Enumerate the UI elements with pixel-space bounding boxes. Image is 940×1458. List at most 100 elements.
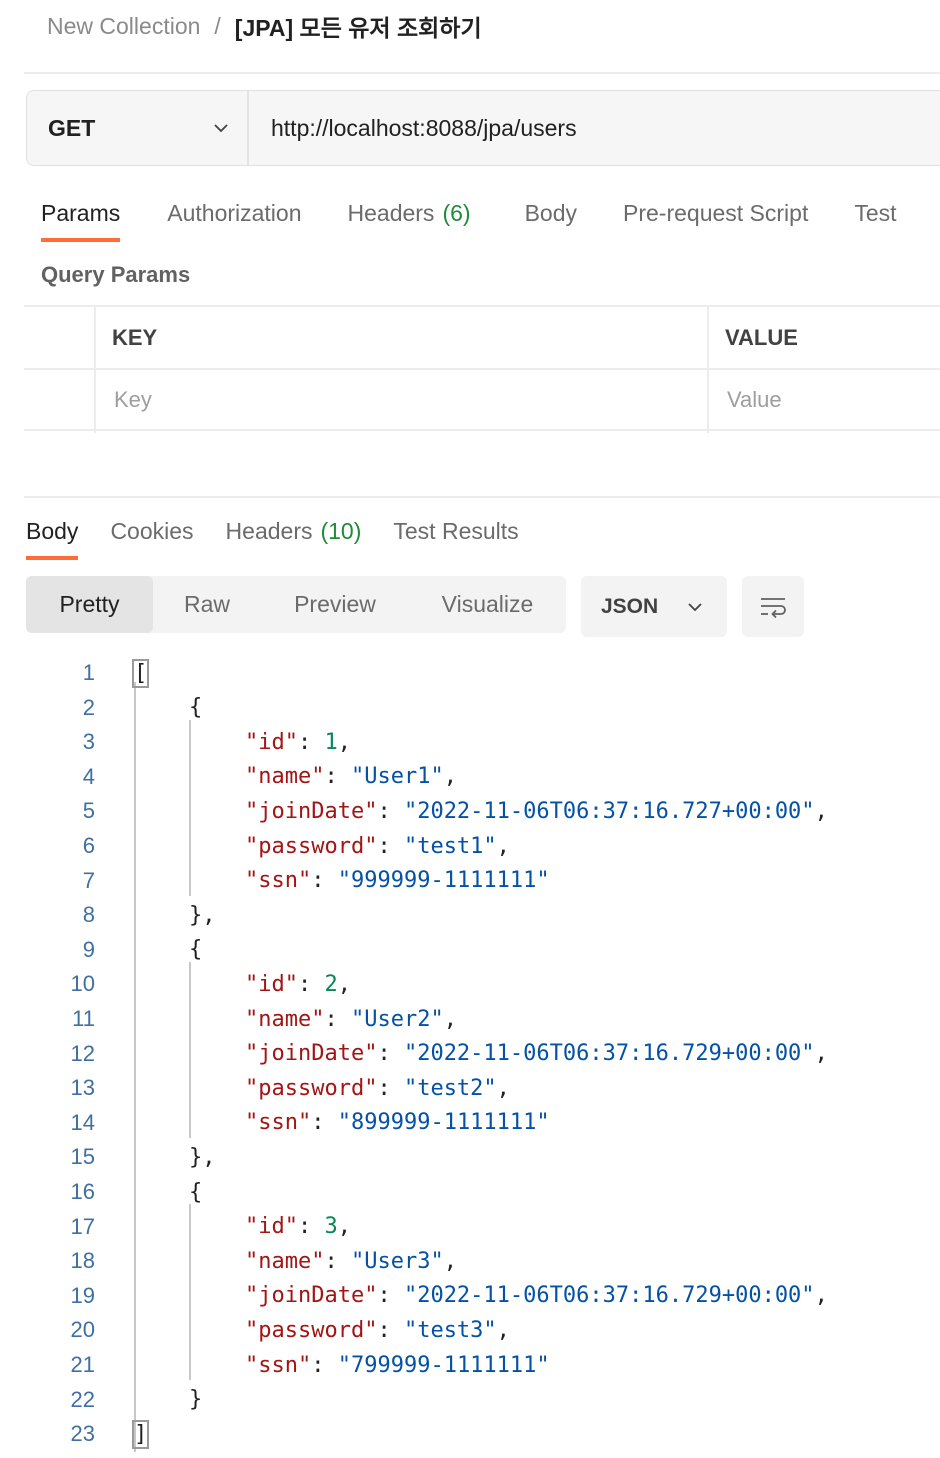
json-punctuation: : [311, 1352, 338, 1378]
code-text: { [189, 937, 202, 962]
json-punctuation: : [324, 1248, 351, 1274]
wrap-lines-icon [761, 597, 786, 618]
json-string: "test3" [403, 1317, 497, 1343]
tab-label: Cookies [110, 517, 194, 544]
format-visualize[interactable]: Visualize [409, 576, 566, 633]
key-column-header: KEY [112, 324, 158, 350]
line-number: 7 [82, 867, 95, 893]
json-punctuation: : [377, 1317, 404, 1343]
tab-label: Params [41, 199, 121, 226]
json-string: "899999-1111111" [337, 1110, 550, 1136]
format-preview[interactable]: Preview [261, 576, 409, 633]
code-text: "joinDate": "2022-11-06T06:37:16.729+00:… [245, 1283, 828, 1308]
code-text: { [189, 695, 202, 720]
json-punctuation: : [324, 764, 351, 790]
key-input[interactable]: Key [114, 370, 704, 429]
json-punctuation: ] [131, 1419, 150, 1449]
tab-test-results[interactable]: Test Results [393, 508, 518, 554]
json-punctuation: [ [131, 658, 150, 688]
tab-body[interactable]: Body [525, 190, 577, 236]
tab-response-headers[interactable]: Headers (10) [226, 508, 362, 554]
format-raw[interactable]: Raw [153, 576, 261, 633]
json-number: 2 [324, 971, 338, 997]
format-segmented-control: Pretty Raw Preview Visualize [26, 576, 566, 633]
code-text: "ssn": "899999-1111111" [245, 1110, 550, 1135]
code-text: "password": "test1", [245, 834, 510, 859]
tab-label: Headers [225, 517, 313, 544]
json-punctuation: : [324, 1006, 351, 1032]
code-line: 1[ [0, 656, 940, 690]
json-punctuation: { [189, 937, 203, 963]
method-select[interactable]: GET [27, 91, 249, 165]
json-key: "password" [245, 833, 378, 859]
line-number: 12 [70, 1040, 95, 1066]
line-number: 18 [70, 1248, 95, 1274]
json-punctuation: , [337, 729, 351, 755]
url-input[interactable]: http://localhost:8088/jpa/users [249, 91, 940, 165]
breadcrumb-collection[interactable]: New Collection [47, 13, 200, 40]
json-punctuation: , [443, 1248, 457, 1274]
json-punctuation: : [377, 1283, 404, 1309]
json-punctuation: : [311, 868, 338, 894]
json-punctuation: , [337, 971, 351, 997]
format-pretty[interactable]: Pretty [26, 576, 153, 633]
chevron-down-icon [214, 124, 228, 133]
line-number: 13 [70, 1075, 95, 1101]
language-select[interactable]: JSON [581, 576, 727, 637]
line-number: 10 [70, 971, 95, 997]
json-punctuation: : [297, 971, 325, 997]
code-line: 17 "id": 3, [0, 1210, 940, 1244]
tab-pre-request-script[interactable]: Pre-request Script [623, 190, 808, 236]
code-line: 14 "ssn": "899999-1111111" [0, 1106, 940, 1140]
code-text: "id": 1, [245, 730, 351, 755]
json-key: "joinDate" [245, 798, 378, 824]
breadcrumb: New Collection / [JPA] 모든 유저 조회하기 [47, 10, 482, 42]
json-punctuation: , [814, 1041, 828, 1067]
line-number: 4 [82, 763, 95, 789]
json-string: "999999-1111111" [337, 868, 550, 894]
code-line: 21 "ssn": "799999-1111111" [0, 1348, 940, 1382]
json-string: "2022-11-06T06:37:16.729+00:00" [403, 1041, 815, 1067]
line-number: 16 [70, 1179, 95, 1204]
tab-label: Pre-request Script [623, 199, 809, 226]
json-key: "ssn" [245, 868, 312, 894]
line-number: 2 [82, 694, 95, 720]
json-punctuation: , [814, 1283, 828, 1309]
json-number: 1 [324, 729, 338, 755]
line-number: 8 [82, 902, 95, 928]
code-text: "password": "test3", [245, 1318, 510, 1343]
code-line: 13 "password": "test2", [0, 1071, 940, 1105]
code-line: 2{ [0, 691, 940, 725]
json-key: "id" [245, 1214, 298, 1240]
json-string: "User2" [350, 1006, 444, 1032]
line-number: 15 [70, 1144, 95, 1170]
json-key: "joinDate" [245, 1041, 378, 1067]
tab-label: Test [854, 199, 897, 226]
line-number: 5 [82, 798, 95, 824]
code-text: }, [189, 903, 216, 928]
code-line: 22} [0, 1383, 940, 1417]
json-punctuation: : [297, 1214, 325, 1240]
json-string: "2022-11-06T06:37:16.729+00:00" [403, 1283, 815, 1309]
header-divider [24, 72, 940, 74]
json-punctuation: { [189, 695, 203, 721]
json-punctuation: : [297, 729, 325, 755]
tab-headers[interactable]: Headers (6) [348, 190, 471, 236]
json-string: "2022-11-06T06:37:16.727+00:00" [403, 798, 815, 824]
json-punctuation: }, [189, 902, 216, 928]
language-label: JSON [601, 594, 659, 618]
wrap-lines-button[interactable] [742, 576, 804, 637]
tab-response-body[interactable]: Body [26, 508, 79, 560]
tab-tests[interactable]: Test [854, 190, 896, 236]
tab-params[interactable]: Params [41, 190, 121, 242]
code-text: "joinDate": "2022-11-06T06:37:16.727+00:… [245, 799, 828, 824]
headers-count: (6) [442, 199, 471, 226]
request-name[interactable]: [JPA] 모든 유저 조회하기 [235, 9, 482, 43]
json-punctuation: , [337, 1214, 351, 1240]
chevron-down-icon [688, 602, 702, 611]
tab-cookies[interactable]: Cookies [110, 508, 193, 554]
line-number: 22 [70, 1386, 95, 1412]
tab-authorization[interactable]: Authorization [167, 190, 301, 236]
value-input[interactable]: Value [727, 370, 927, 429]
code-line: 11 "name": "User2", [0, 1002, 940, 1036]
